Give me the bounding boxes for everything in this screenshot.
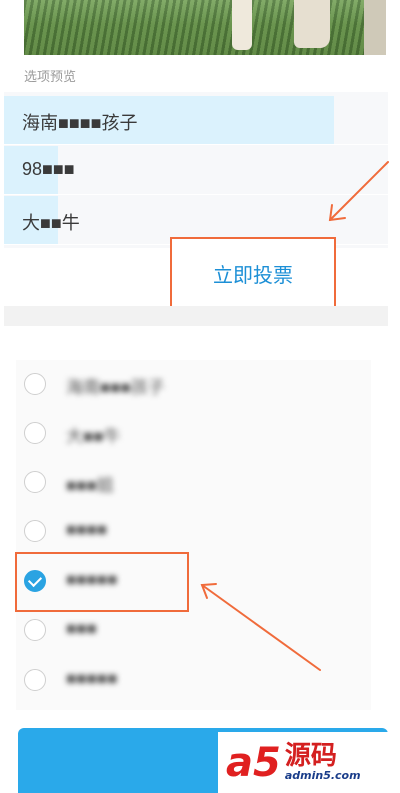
arrow-to-preview-line: [329, 161, 389, 221]
watermark-cn: 源码: [284, 741, 337, 771]
watermark-brand: a5: [226, 739, 281, 786]
annotation-arrows: [200, 161, 389, 671]
arrow-to-option-line: [201, 584, 321, 671]
watermark-logo: a5 源码 admin5.com: [218, 732, 400, 793]
watermark-url: admin5.com: [284, 769, 361, 782]
